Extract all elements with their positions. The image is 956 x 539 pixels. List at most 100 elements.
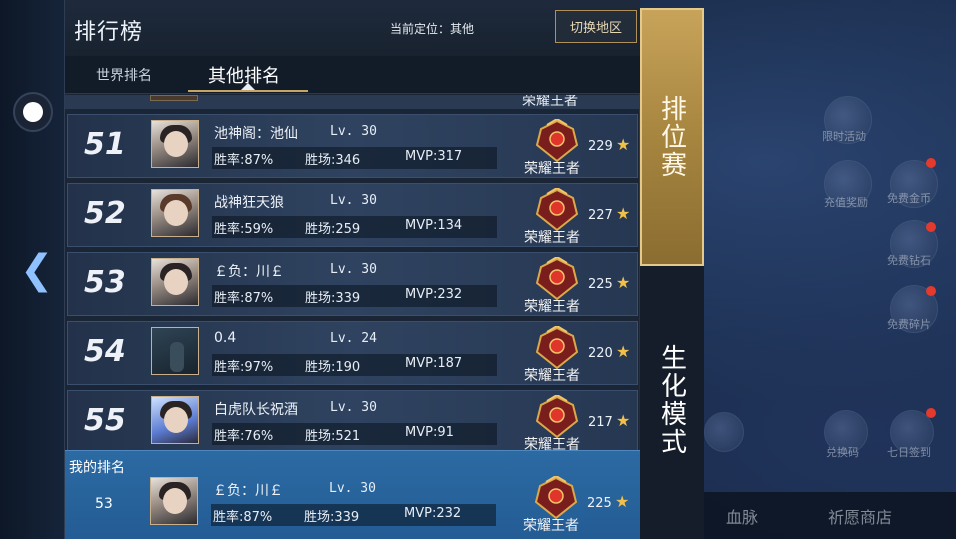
mvp-count: MVP:232 (405, 287, 463, 302)
music-icon[interactable] (704, 412, 744, 452)
player-level: Lv. 30 (330, 400, 377, 415)
avatar[interactable] (151, 258, 199, 306)
rank-number: 52 (84, 196, 126, 231)
back-arrow-icon[interactable]: ❮ (20, 250, 54, 290)
win-rate: 胜率:59% (214, 222, 274, 237)
player-name: ￡负：川￡ (214, 264, 284, 280)
notification-dot (926, 222, 936, 232)
player-level: Lv. 24 (330, 331, 377, 346)
win-rate: 胜率:76% (214, 429, 274, 444)
tier-label: 荣耀王者 (524, 161, 580, 177)
player-name: 战神狂天狼 (214, 195, 284, 211)
rank-badge-icon (534, 476, 578, 520)
active-tab-underline (188, 90, 308, 92)
my-rank-panel[interactable]: 我的排名 53 ￡负：川￡ Lv. 30 胜率:87% 胜场:339 MVP:2… (65, 450, 640, 539)
switch-region-button[interactable]: 切换地区 (555, 10, 637, 43)
star-icon: ★ (616, 204, 631, 223)
star-count: 227 (588, 208, 613, 223)
avatar[interactable] (151, 189, 199, 237)
tab-bio-label: 生化模式 (656, 344, 687, 456)
free-gold-label: 免费金币 (887, 192, 931, 205)
notification-dot (926, 158, 936, 168)
player-name: 0.4 (214, 330, 237, 346)
player-name: 池神阁：池仙 (214, 126, 298, 142)
table-row[interactable]: 54 0.4 Lv. 24 胜率:97% 胜场:190 MVP:187 荣耀王者… (67, 321, 638, 385)
star-icon: ★ (616, 342, 631, 361)
mvp-count: MVP:317 (405, 149, 463, 164)
avatar (150, 95, 198, 101)
mvp-count: MVP:134 (405, 218, 463, 233)
wish-shop-button[interactable]: 祈愿商店 (828, 504, 892, 528)
table-row[interactable]: 52 战神狂天狼 Lv. 30 胜率:59% 胜场:259 MVP:134 荣耀… (67, 183, 638, 247)
win-count: 胜场:339 (304, 510, 360, 525)
win-rate: 胜率:87% (214, 291, 274, 306)
my-rank-row: ￡负：川￡ Lv. 30 胜率:87% 胜场:339 MVP:232 荣耀王者 … (67, 472, 638, 536)
rank-badge-icon (535, 326, 579, 370)
rank-number: 55 (84, 403, 126, 438)
rank-number: 53 (84, 265, 126, 300)
free-diamond-label: 免费钻石 (887, 254, 931, 267)
player-level: Lv. 30 (330, 193, 377, 208)
redeem-code-label: 兑换码 (826, 446, 859, 459)
free-shards-label: 免费碎片 (887, 318, 931, 331)
rank-badge-icon (535, 119, 579, 163)
rank-badge-icon (535, 395, 579, 439)
win-count: 胜场:346 (305, 153, 361, 168)
player-name: ￡负：川￡ (213, 483, 283, 499)
table-row[interactable]: 荣耀王者 (65, 95, 640, 109)
panel-header: 排行榜 当前定位：其他 切换地区 (65, 0, 640, 56)
tier-label: 荣耀王者 (524, 437, 580, 450)
tier-label: 荣耀王者 (524, 230, 580, 246)
win-count: 胜场:521 (305, 429, 361, 444)
win-rate: 胜率:97% (214, 360, 274, 375)
table-row[interactable]: 53 ￡负：川￡ Lv. 30 胜率:87% 胜场:339 MVP:232 荣耀… (67, 252, 638, 316)
star-count: 229 (588, 139, 613, 154)
avatar[interactable] (150, 477, 198, 525)
page-title: 排行榜 (74, 20, 144, 45)
table-row[interactable]: 51 池神阁：池仙 Lv. 30 胜率:87% 胜场:346 MVP:317 荣… (67, 114, 638, 178)
avatar[interactable] (151, 396, 199, 444)
current-location: 当前定位：其他 (390, 22, 475, 36)
mvp-count: MVP:232 (404, 506, 462, 521)
bottom-nav: 血脉 祈愿商店 (704, 492, 956, 539)
tab-bio-mode[interactable]: 生化模式 (640, 270, 704, 530)
tier-label: 荣耀王者 (523, 518, 579, 534)
notification-dot (926, 286, 936, 296)
record-button[interactable] (13, 92, 53, 132)
table-row[interactable]: 55 白虎队长祝酒 Lv. 30 胜率:76% 胜场:521 MVP:91 荣耀… (67, 390, 638, 450)
tab-world-ranking[interactable]: 世界排名 (96, 56, 152, 94)
player-name: 白虎队长祝酒 (214, 402, 298, 418)
rank-number: 54 (84, 334, 126, 369)
recharge-reward-label: 充值奖励 (824, 196, 868, 209)
ranking-list[interactable]: 荣耀王者 51 池神阁：池仙 Lv. 30 胜率:87% 胜场:346 MVP:… (65, 95, 640, 450)
rank-number: 51 (84, 127, 126, 162)
mvp-count: MVP:187 (405, 356, 463, 371)
tab-ranked-match[interactable]: 排位赛 (640, 8, 704, 266)
ranking-tabs: 世界排名 其他排名 (65, 56, 640, 94)
tier-label: 荣耀王者 (524, 368, 580, 384)
win-rate: 胜率:87% (214, 153, 274, 168)
rank-badge-icon (535, 257, 579, 301)
win-count: 胜场:339 (305, 291, 361, 306)
star-icon: ★ (615, 492, 630, 511)
notification-dot (926, 408, 936, 418)
player-level: Lv. 30 (330, 124, 377, 139)
active-tab-caret-icon (241, 83, 255, 90)
rank-badge-icon (535, 188, 579, 232)
mode-tabs: 排位赛 生化模式 (640, 8, 704, 539)
avatar[interactable] (151, 120, 199, 168)
star-count: 217 (588, 415, 613, 430)
avatar[interactable] (151, 327, 199, 375)
seven-day-label: 七日签到 (887, 446, 931, 459)
bloodline-button[interactable]: 血脉 (726, 504, 758, 528)
leaderboard-panel: 排行榜 当前定位：其他 切换地区 世界排名 其他排名 荣耀王者 51 池神阁：池… (64, 0, 640, 539)
star-count: 225 (587, 496, 612, 511)
mvp-count: MVP:91 (405, 425, 454, 440)
tier-label: 荣耀王者 (522, 95, 578, 109)
tier-label: 荣耀王者 (524, 299, 580, 315)
star-icon: ★ (616, 135, 631, 154)
player-level: Lv. 30 (329, 481, 376, 496)
star-icon: ★ (616, 273, 631, 292)
player-level: Lv. 30 (330, 262, 377, 277)
tab-ranked-label: 排位赛 (656, 95, 687, 179)
